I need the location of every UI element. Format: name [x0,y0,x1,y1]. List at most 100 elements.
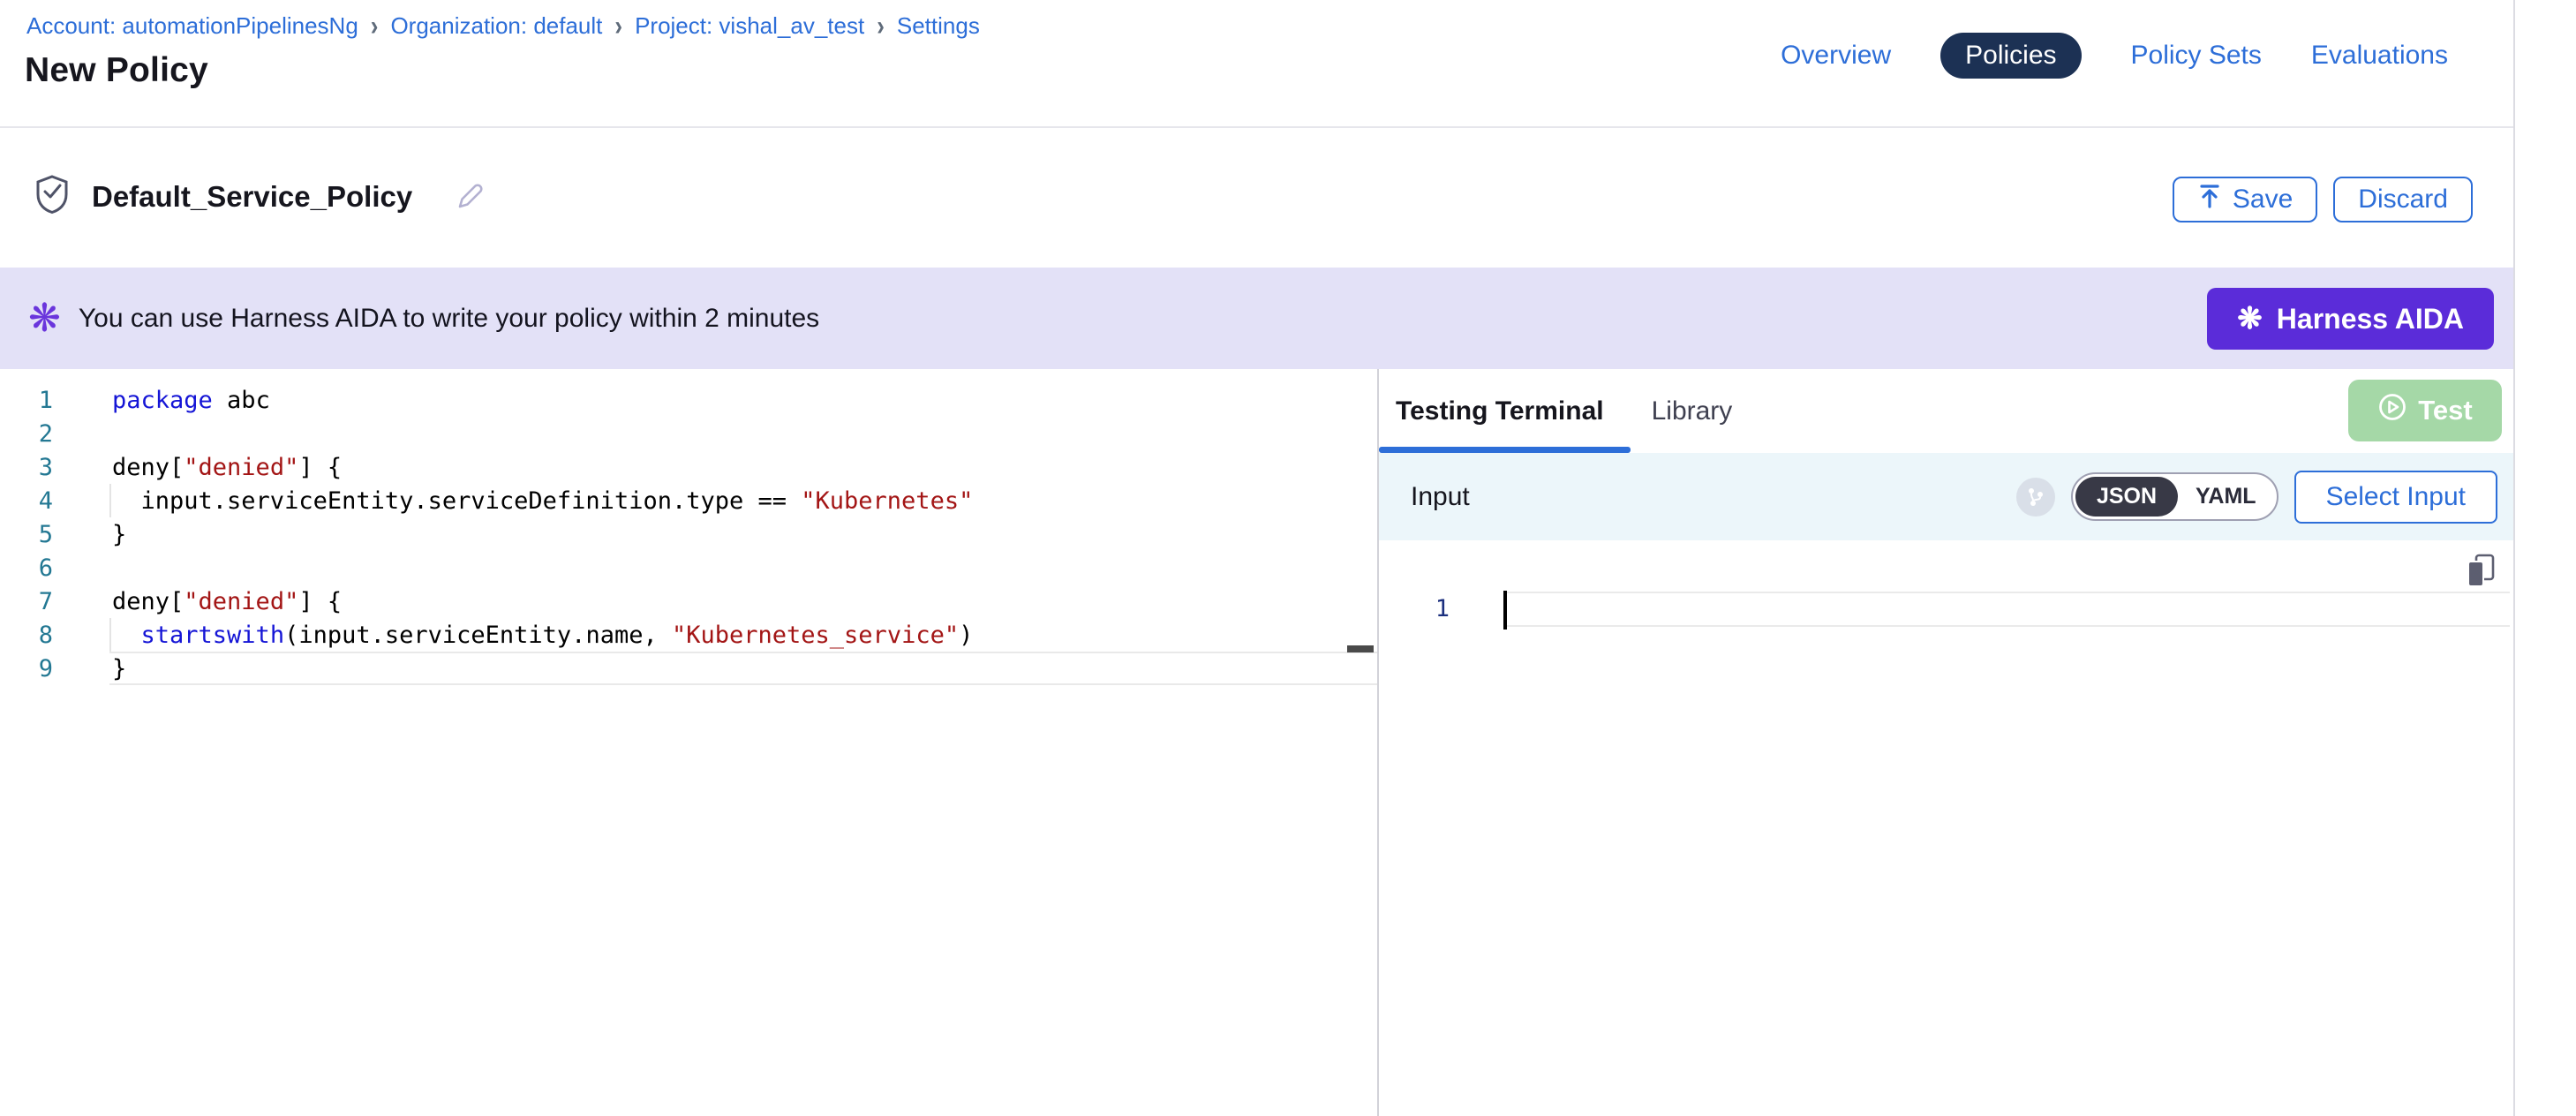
code-line-7[interactable]: 7deny["denied"] { [0,584,1377,618]
code-line-4[interactable]: 4 input.serviceEntity.serviceDefinition.… [0,484,1377,517]
policy-toolbar: Default_Service_Policy Save Discard [0,130,2513,268]
nav-item-evaluations[interactable]: Evaluations [2311,41,2448,71]
select-input-button[interactable]: Select Input [2294,471,2497,524]
input-section-header: Input JSONYAML Select Input [1379,453,2513,540]
breadcrumb-link-project[interactable]: Project: vishal_av_test [635,12,864,40]
nav-item-policy-sets[interactable]: Policy Sets [2131,41,2262,71]
main-split: 1package abc23deny["denied"] {4 input.se… [0,369,2513,1116]
save-button[interactable]: Save [2173,177,2317,222]
format-option-json[interactable]: JSON [2075,477,2178,517]
harness-aida-button[interactable]: ❋ Harness AIDA [2207,288,2494,350]
code-token [112,622,141,649]
code-line-6[interactable]: 6 [0,551,1377,584]
nav-item-policies[interactable]: Policies [1940,33,2081,79]
code-token: "denied" [184,454,298,481]
nav-item-overview[interactable]: Overview [1781,41,1891,71]
page-header: Account: automationPipelinesNg › Organizat… [0,0,2513,128]
code-token: input.serviceEntity.serviceDefinition.ty… [112,487,801,515]
edit-pencil-icon[interactable] [453,178,485,215]
tab-library[interactable]: Library [1652,396,1733,426]
code-line-1[interactable]: 1package abc [0,383,1377,417]
discard-button[interactable]: Discard [2333,177,2473,222]
code-line-5[interactable]: 5} [0,517,1377,551]
text-cursor [1503,591,1507,630]
format-toggle: JSONYAML [2071,472,2278,521]
breadcrumb-separator-icon: › [614,10,622,42]
input-editor[interactable]: 1 [1379,540,2513,1116]
code-text: } [53,521,126,548]
code-token: "Kubernetes_service" [672,622,959,649]
discard-label: Discard [2358,185,2448,215]
code-token: package [112,387,213,414]
line-number: 9 [0,655,53,682]
line-number: 1 [1379,592,1450,627]
line-number: 8 [0,622,53,649]
policy-name: Default_Service_Policy [92,180,412,214]
aida-banner-message: You can use Harness AIDA to write your p… [79,304,819,334]
save-label: Save [2233,185,2293,215]
code-token: (input.serviceEntity.name, [284,622,672,649]
input-header-actions: JSONYAML Select Input [2016,471,2497,524]
code-token: ] { [298,454,342,481]
breadcrumb-link-organization[interactable]: Organization: default [390,12,602,40]
aida-flower-icon: ❋ [28,299,61,338]
line-number: 1 [0,387,53,414]
code-token: } [112,521,126,548]
breadcrumb-separator-icon: › [877,10,885,42]
tab-testing-terminal[interactable]: Testing Terminal [1396,396,1604,426]
test-label: Test [2418,395,2472,426]
code-token: deny[ [112,588,184,615]
policy-identity: Default_Service_Policy [34,174,485,219]
code-token: abc [213,387,270,414]
page-title: New Policy [25,51,208,90]
current-line-highlight[interactable] [1505,592,2510,627]
line-number: 3 [0,454,53,481]
line-number: 5 [0,521,53,548]
line-number: 7 [0,588,53,615]
format-option-yaml[interactable]: YAML [2178,477,2274,517]
breadcrumb-separator-icon: › [371,10,379,42]
line-number: 2 [0,420,53,448]
code-token: startswith [141,622,285,649]
module-nav: Overview Policies Policy Sets Evaluations [1781,26,2448,85]
code-text: package abc [53,387,270,414]
code-line-3[interactable]: 3deny["denied"] { [0,450,1377,484]
code-line-9[interactable]: 9} [0,652,1377,685]
copy-icon[interactable] [2466,553,2496,593]
toolbar-actions: Save Discard [2173,177,2473,222]
aida-flower-icon: ❋ [2237,304,2263,334]
line-number: 6 [0,554,53,582]
input-editor-line: 1 [1379,592,2513,627]
active-tab-underline [1379,447,1631,453]
play-circle-icon [2377,392,2407,429]
code-text: deny["denied"] { [53,588,342,615]
code-text: startswith(input.serviceEntity.name, "Ku… [53,622,973,649]
code-line-8[interactable]: 8 startswith(input.serviceEntity.name, "… [0,618,1377,652]
code-text: } [53,655,126,682]
line-number: 4 [0,487,53,515]
code-token: "Kubernetes" [801,487,973,515]
test-button[interactable]: Test [2348,380,2502,441]
code-token: ] { [298,588,342,615]
breadcrumb-link-settings[interactable]: Settings [897,12,980,40]
terminal-tabs: Testing Terminal Library [1396,396,1732,426]
terminal-tabs-row: Testing Terminal Library Test [1379,369,2513,453]
editor-overview-cursor-mark [1347,645,1374,652]
code-text: input.serviceEntity.serviceDefinition.ty… [53,487,973,515]
aida-banner-left: ❋ You can use Harness AIDA to write your… [28,268,819,369]
input-label: Input [1411,482,1470,512]
page: Account: automationPipelinesNg › Organizat… [0,0,2515,1116]
breadcrumb-link-account[interactable]: Account: automationPipelinesNg [26,12,358,40]
breadcrumb: Account: automationPipelinesNg › Organizat… [26,12,980,40]
code-token: deny[ [112,454,184,481]
code-line-2[interactable]: 2 [0,417,1377,450]
git-branch-icon [2016,478,2055,517]
testing-terminal-pane: Testing Terminal Library Test Input [1379,369,2513,1116]
upload-icon [2197,183,2222,216]
code-token: "denied" [184,588,298,615]
shield-check-icon [34,174,71,219]
policy-code-editor[interactable]: 1package abc23deny["denied"] {4 input.se… [0,369,1379,1116]
code-lines: 1package abc23deny["denied"] {4 input.se… [0,369,1377,685]
code-text: deny["denied"] { [53,454,342,481]
harness-aida-label: Harness AIDA [2277,303,2464,336]
